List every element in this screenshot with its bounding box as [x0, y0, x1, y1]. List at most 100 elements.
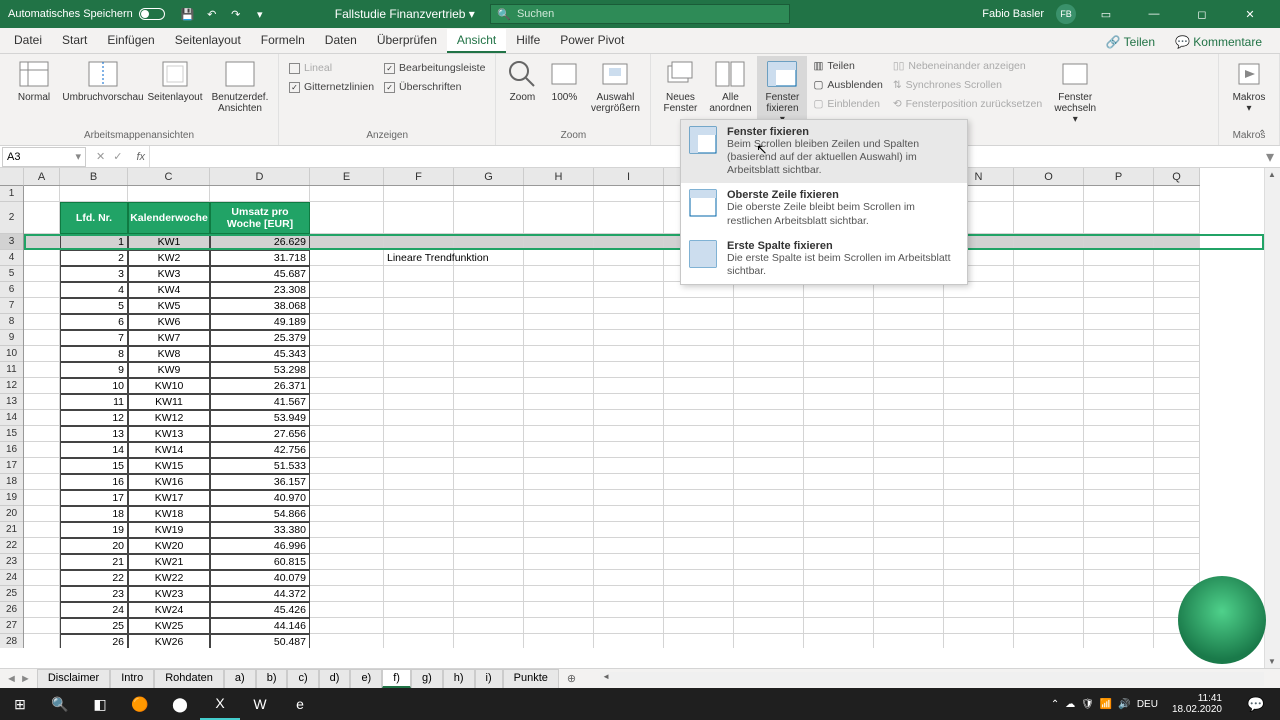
system-tray[interactable]: ⌃ ☁ 🛡 📶 🔊 DEU — [1051, 699, 1158, 710]
cell-N19[interactable] — [944, 490, 1014, 506]
cell-G9[interactable] — [454, 330, 524, 346]
cell-P3[interactable] — [1084, 234, 1154, 250]
cell-K11[interactable] — [734, 362, 804, 378]
cell-I21[interactable] — [594, 522, 664, 538]
cell-O20[interactable] — [1014, 506, 1084, 522]
cell-E3[interactable] — [310, 234, 384, 250]
cell-B15[interactable]: 13 — [60, 426, 128, 442]
cell-C2[interactable]: Kalenderwoche — [128, 202, 210, 234]
more-icon[interactable]: ▾ — [253, 7, 267, 21]
cell-I14[interactable] — [594, 410, 664, 426]
cell-K19[interactable] — [734, 490, 804, 506]
cell-O2[interactable] — [1014, 202, 1084, 234]
cell-Q13[interactable] — [1154, 394, 1200, 410]
row-header-12[interactable]: 12 — [0, 378, 23, 394]
cell-J25[interactable] — [664, 586, 734, 602]
cell-C23[interactable]: KW21 — [128, 554, 210, 570]
cell-F8[interactable] — [384, 314, 454, 330]
cell-C20[interactable]: KW18 — [128, 506, 210, 522]
cell-H22[interactable] — [524, 538, 594, 554]
cell-C16[interactable]: KW14 — [128, 442, 210, 458]
cell-P13[interactable] — [1084, 394, 1154, 410]
cell-E15[interactable] — [310, 426, 384, 442]
cell-I8[interactable] — [594, 314, 664, 330]
undo-icon[interactable]: ↶ — [205, 7, 219, 21]
cell-E2[interactable] — [310, 202, 384, 234]
cell-J22[interactable] — [664, 538, 734, 554]
cell-G18[interactable] — [454, 474, 524, 490]
cell-K17[interactable] — [734, 458, 804, 474]
cell-B20[interactable]: 18 — [60, 506, 128, 522]
user-avatar[interactable]: FB — [1056, 4, 1076, 24]
collapse-ribbon-icon[interactable]: ⌃ — [1258, 129, 1274, 141]
cell-E27[interactable] — [310, 618, 384, 634]
cell-G17[interactable] — [454, 458, 524, 474]
row-header-25[interactable]: 25 — [0, 586, 23, 602]
cell-G12[interactable] — [454, 378, 524, 394]
row-header-14[interactable]: 14 — [0, 410, 23, 426]
cell-E17[interactable] — [310, 458, 384, 474]
cell-B19[interactable]: 17 — [60, 490, 128, 506]
hide-button[interactable]: ▢ Ausblenden — [809, 77, 886, 93]
row-header-2[interactable]: 2 — [0, 202, 23, 234]
cell-K14[interactable] — [734, 410, 804, 426]
cell-H18[interactable] — [524, 474, 594, 490]
col-header-I[interactable]: I — [594, 168, 664, 185]
cell-G16[interactable] — [454, 442, 524, 458]
cell-B3[interactable]: 1 — [60, 234, 128, 250]
cell-J20[interactable] — [664, 506, 734, 522]
cell-G7[interactable] — [454, 298, 524, 314]
row-header-24[interactable]: 24 — [0, 570, 23, 586]
cell-F28[interactable] — [384, 634, 454, 648]
cell-M14[interactable] — [874, 410, 944, 426]
cell-Q23[interactable] — [1154, 554, 1200, 570]
cell-grid[interactable]: Lfd. Nr.KalenderwocheUmsatz pro Woche [E… — [24, 186, 1264, 648]
cell-B21[interactable]: 19 — [60, 522, 128, 538]
cell-B9[interactable]: 7 — [60, 330, 128, 346]
start-button[interactable]: ⊞ — [0, 688, 40, 720]
cell-A14[interactable] — [24, 410, 60, 426]
cell-I12[interactable] — [594, 378, 664, 394]
app-icon-2[interactable]: ⬤ — [160, 688, 200, 720]
cell-M27[interactable] — [874, 618, 944, 634]
cell-J28[interactable] — [664, 634, 734, 648]
cell-P12[interactable] — [1084, 378, 1154, 394]
cell-L19[interactable] — [804, 490, 874, 506]
cell-C25[interactable]: KW23 — [128, 586, 210, 602]
col-header-P[interactable]: P — [1084, 168, 1154, 185]
cell-P24[interactable] — [1084, 570, 1154, 586]
app-icon-1[interactable]: 🟠 — [120, 688, 160, 720]
cell-P20[interactable] — [1084, 506, 1154, 522]
cell-L16[interactable] — [804, 442, 874, 458]
cell-J17[interactable] — [664, 458, 734, 474]
cell-D5[interactable]: 45.687 — [210, 266, 310, 282]
cell-I22[interactable] — [594, 538, 664, 554]
tab-formeln[interactable]: Formeln — [251, 29, 315, 53]
cell-G4[interactable] — [454, 250, 524, 266]
cell-O27[interactable] — [1014, 618, 1084, 634]
cell-F21[interactable] — [384, 522, 454, 538]
cell-J12[interactable] — [664, 378, 734, 394]
tray-lang-icon[interactable]: DEU — [1137, 699, 1158, 710]
cell-L7[interactable] — [804, 298, 874, 314]
tab-datei[interactable]: Datei — [4, 29, 52, 53]
cell-P17[interactable] — [1084, 458, 1154, 474]
col-header-F[interactable]: F — [384, 168, 454, 185]
cell-H2[interactable] — [524, 202, 594, 234]
cell-Q24[interactable] — [1154, 570, 1200, 586]
cell-A24[interactable] — [24, 570, 60, 586]
arrange-all-button[interactable]: Alle anordnen — [705, 56, 755, 116]
cell-E13[interactable] — [310, 394, 384, 410]
cell-D17[interactable]: 51.533 — [210, 458, 310, 474]
sheet-tab-Punkte[interactable]: Punkte — [503, 669, 559, 688]
cell-P11[interactable] — [1084, 362, 1154, 378]
cell-F5[interactable] — [384, 266, 454, 282]
cell-F6[interactable] — [384, 282, 454, 298]
cell-L12[interactable] — [804, 378, 874, 394]
row-header-4[interactable]: 4 — [0, 250, 23, 266]
cell-M17[interactable] — [874, 458, 944, 474]
tray-volume-icon[interactable]: 🔊 — [1118, 699, 1130, 710]
cell-D16[interactable]: 42.756 — [210, 442, 310, 458]
cell-E21[interactable] — [310, 522, 384, 538]
cell-E26[interactable] — [310, 602, 384, 618]
